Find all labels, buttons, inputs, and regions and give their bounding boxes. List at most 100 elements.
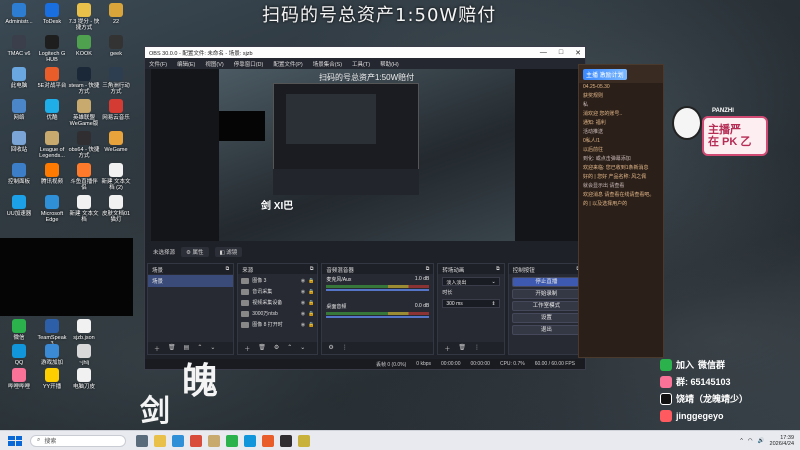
wechat-icon[interactable] <box>226 434 238 447</box>
dock-float-icon[interactable]: ⧉ <box>310 266 314 272</box>
volume-slider[interactable] <box>326 316 430 318</box>
dock-float-icon[interactable]: ⧉ <box>426 266 430 272</box>
file-explorer-icon[interactable] <box>154 434 166 447</box>
task-view-icon[interactable] <box>136 434 148 447</box>
desktop-icon[interactable]: 控制面板 <box>3 163 35 185</box>
desktop-icon[interactable]: sjzb.json <box>68 319 100 341</box>
qq-icon[interactable] <box>244 434 256 447</box>
minimize-icon[interactable]: — <box>540 49 547 57</box>
desktop-icon[interactable]: 哔哩哔哩 <box>3 368 35 390</box>
desktop-icon[interactable]: 英雄联盟 WeGame版 <box>68 99 100 127</box>
eye-icon[interactable]: ◉ <box>301 278 305 284</box>
eye-icon[interactable]: ◉ <box>301 322 305 328</box>
desktop-icon[interactable]: 5E对战平台 <box>36 67 68 89</box>
menu-profile[interactable]: 配置文件(P) <box>273 60 302 68</box>
dock-float-icon[interactable]: ⧉ <box>496 266 500 272</box>
scene-item[interactable]: 场景 <box>148 275 234 287</box>
lock-icon[interactable]: 🔒 <box>308 300 314 306</box>
start-recording-button[interactable]: 开始录制 <box>511 289 582 299</box>
add-icon[interactable]: ＋ <box>244 344 250 353</box>
volume-slider[interactable] <box>326 289 430 291</box>
menu-file[interactable]: 文件(F) <box>149 60 167 68</box>
duration-input[interactable]: 300 ms ⇕ <box>442 299 500 308</box>
eye-icon[interactable]: ◉ <box>301 300 305 306</box>
stop-streaming-button[interactable]: 停止直播 <box>511 277 582 287</box>
lock-icon[interactable]: 🔒 <box>308 289 314 295</box>
menu-scene-collection[interactable]: 场景集合(S) <box>313 60 342 68</box>
menu-view[interactable]: 视图(V) <box>205 60 223 68</box>
desktop-icon[interactable]: TMAC v6 <box>3 35 35 57</box>
add-icon[interactable]: ＋ <box>444 344 450 353</box>
lock-icon[interactable]: 🔒 <box>308 311 314 317</box>
desktop-icon[interactable]: 回收站 <box>3 131 35 153</box>
desktop-icon[interactable]: Microsoft Edge <box>36 195 68 223</box>
desktop-icon[interactable]: 三角洲行动方式 <box>100 67 132 95</box>
advanced-audio-icon[interactable]: ⚙ <box>328 344 333 352</box>
filters-button[interactable]: ◧ 滤镜 <box>214 246 243 257</box>
edge-icon[interactable] <box>172 434 184 447</box>
trash-icon[interactable]: 🗑 <box>458 344 466 352</box>
desktop-icon[interactable]: Logitech G HUB <box>36 35 68 63</box>
source-item[interactable]: 音讯采集 ◉ 🔒 <box>238 286 317 297</box>
clock[interactable]: 17:39 2026/4/24 <box>770 435 794 447</box>
menu-edit[interactable]: 编辑(E) <box>177 60 195 68</box>
menu-docks[interactable]: 停靠窗口(D) <box>234 60 264 68</box>
windows-start-icon[interactable] <box>8 435 22 446</box>
desktop-icon[interactable]: 新建 文本文档 (2) <box>100 163 132 191</box>
eye-icon[interactable]: ◉ <box>301 289 305 295</box>
desktop-icon[interactable]: QQ <box>3 344 35 366</box>
studio-mode-button[interactable]: 工作室模式 <box>511 301 582 311</box>
settings-button[interactable]: 设置 <box>511 313 582 323</box>
desktop-icon[interactable]: WeGame <box>100 131 132 153</box>
add-icon[interactable]: ＋ <box>154 344 160 353</box>
desktop-icon[interactable]: 斗鱼直播伴侣 <box>68 163 100 191</box>
more-icon[interactable]: ⋮ <box>342 344 348 352</box>
desktop-icon[interactable]: 微信 <box>3 319 35 341</box>
desktop-icon[interactable]: 7.3 提分 - 快捷方式 <box>68 3 100 31</box>
chevron-up-icon[interactable]: ^ <box>740 438 743 444</box>
dock-float-icon[interactable]: ⧉ <box>226 266 230 272</box>
source-item[interactable]: 视频采集设备 ◉ 🔒 <box>238 297 317 308</box>
obs-preview[interactable]: 扫码的号总资产1:50W赔付 剑 XI巴 <box>151 69 581 241</box>
desktop-icon[interactable]: 新建 文本文档 <box>68 195 100 223</box>
league-icon[interactable] <box>208 434 220 447</box>
move-up-icon[interactable]: ⌃ <box>287 344 292 352</box>
obs-icon[interactable] <box>280 434 292 447</box>
desktop-icon[interactable]: KOOK <box>68 35 100 57</box>
desktop-icon[interactable]: 22 <box>100 3 132 25</box>
network-icon[interactable]: ◠ <box>748 438 753 444</box>
desktop-icon[interactable]: 网络 <box>3 99 35 121</box>
desktop-icon[interactable]: 腾讯视频 <box>36 163 68 185</box>
desktop-icon[interactable]: Administr... <box>3 3 35 25</box>
source-item[interactable]: 图像 3 ◉ 🔒 <box>238 275 317 286</box>
filter-icon[interactable]: ▤ <box>184 344 190 352</box>
more-icon[interactable]: ⋮ <box>474 344 480 352</box>
incentive-banner[interactable]: 主播 激励计划 <box>583 68 627 80</box>
source-item[interactable]: 图像 8 打开时 ◉ 🔒 <box>238 319 317 330</box>
exit-button[interactable]: 退出 <box>511 325 582 335</box>
desktop-icon[interactable]: 皮肤文档01猫灯 <box>100 195 132 223</box>
desktop-icon[interactable]: 优酷 <box>36 99 68 121</box>
speaker-icon[interactable]: 🔊 <box>758 438 765 444</box>
desktop-icon[interactable]: ToDesk <box>36 3 68 25</box>
gear-icon[interactable]: ⚙ <box>274 344 279 352</box>
app-icon[interactable] <box>262 434 274 447</box>
desktop-icon[interactable]: 游戏加加 <box>36 344 68 366</box>
menu-help[interactable]: 帮助(H) <box>380 60 399 68</box>
lock-icon[interactable]: 🔒 <box>308 322 314 328</box>
eye-icon[interactable]: ◉ <box>301 311 305 317</box>
desktop-icon[interactable]: 网易云音乐 <box>100 99 132 121</box>
app-icon[interactable] <box>298 434 310 447</box>
properties-button[interactable]: ⚙ 属性 <box>181 246 209 257</box>
maximize-icon[interactable]: □ <box>559 49 563 57</box>
desktop-icon[interactable]: ~jhlj <box>68 344 100 366</box>
search-box[interactable]: ⌕ 搜索 <box>30 434 126 447</box>
menu-tools[interactable]: 工具(T) <box>352 60 370 68</box>
desktop-icon[interactable]: 电脑刀皮 <box>68 368 100 390</box>
desktop-icon[interactable]: geek <box>100 35 132 57</box>
trash-icon[interactable]: 🗑 <box>168 344 176 352</box>
desktop-icon[interactable]: UU加速器 <box>3 195 35 217</box>
source-item[interactable]: 3000万ntsb ◉ 🔒 <box>238 308 317 319</box>
move-down-icon[interactable]: ⌄ <box>300 344 305 352</box>
desktop-icon[interactable]: League of Legends... <box>36 131 68 159</box>
